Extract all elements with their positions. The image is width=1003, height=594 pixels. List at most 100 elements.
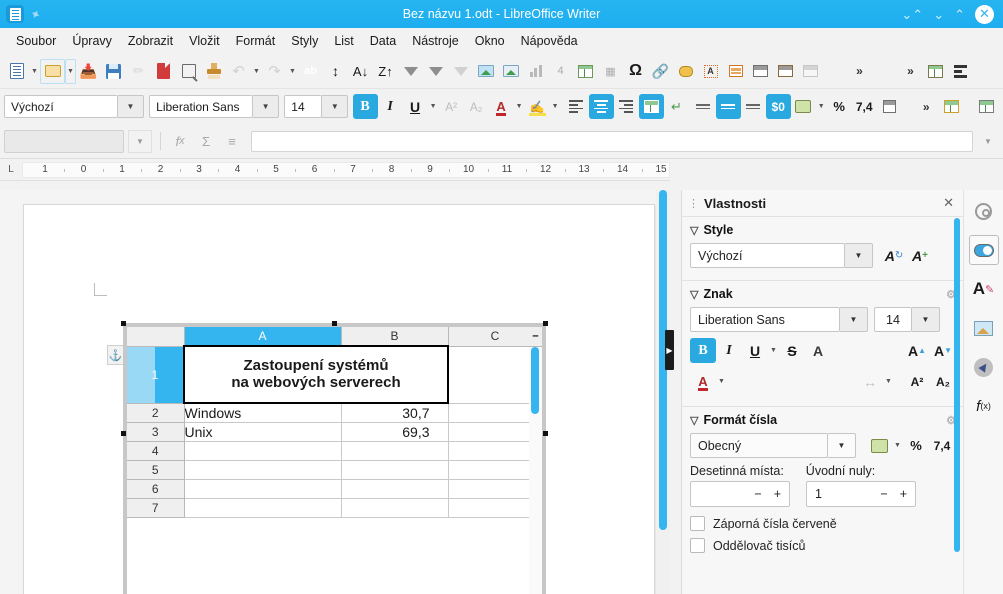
sidebar-scrollbar-thumb[interactable] (954, 218, 960, 552)
insert-text-box-icon[interactable]: A (698, 59, 723, 84)
insert-frame-icon[interactable] (498, 59, 523, 84)
expand-formula-bar-icon[interactable]: ▼ (977, 130, 999, 153)
sidebar-gallery-tab[interactable] (969, 313, 999, 343)
paragraph-style-input[interactable]: Výchozí (690, 243, 845, 268)
insert-footnote-icon[interactable] (773, 59, 798, 84)
cell-c2[interactable] (448, 403, 542, 423)
number-format-category-select[interactable]: Obecný (690, 433, 828, 458)
undo-icon[interactable]: ↶ (226, 59, 251, 84)
sidebar-font-color-dropdown-icon[interactable]: ▼ (716, 369, 727, 394)
menu-item-format[interactable]: Formát (228, 31, 284, 51)
row-header-4[interactable]: 4 (127, 441, 185, 461)
sidebar-strikethrough-button[interactable]: S (779, 338, 805, 363)
insert-fields-icon[interactable] (723, 59, 748, 84)
format-percent-button[interactable]: % (827, 94, 852, 119)
function-wizard-icon[interactable]: fx (169, 130, 191, 153)
sidebar-styles-tab[interactable]: A ✎ (969, 274, 999, 304)
sidebar-font-name-input[interactable]: Liberation Sans (690, 307, 840, 332)
sidebar-settings-icon[interactable] (948, 59, 973, 84)
overflow-more-2-icon[interactable]: » (898, 59, 923, 84)
negative-red-row[interactable]: Záporná čísla červeně (690, 516, 956, 531)
decimal-format-button[interactable]: 7,4 (929, 433, 955, 458)
menu-item-vlozit[interactable]: Vložit (181, 31, 228, 51)
ole-frame[interactable]: A B C 1 Zastoupení systémů na webových s… (123, 323, 546, 594)
percent-format-button[interactable]: % (903, 433, 929, 458)
chevron-up-icon[interactable]: ⌃ (954, 8, 965, 21)
currency-dropdown-icon[interactable]: ▼ (892, 433, 903, 458)
update-style-icon[interactable]: A ↻ (881, 243, 907, 268)
format-as-number-dropdown-icon[interactable]: ▼ (816, 94, 827, 119)
menu-item-upravy[interactable]: Úpravy (64, 31, 120, 51)
row-header-3[interactable]: 3 (127, 422, 185, 442)
leading-zeros-stepper[interactable]: 1 − + (806, 481, 916, 507)
merge-cells-button[interactable] (638, 94, 664, 119)
sidebar-properties-tab[interactable] (968, 235, 999, 265)
ruler-strip[interactable]: 1 0 1 2 3 4 5 6 7 8 9 10 11 12 13 14 15 (22, 161, 670, 178)
column-header-a[interactable]: A (184, 327, 342, 347)
export-directly-as-pdf-icon[interactable] (151, 59, 176, 84)
insert-special-character-icon[interactable]: Ω (623, 59, 648, 84)
table-row[interactable]: 4 (127, 441, 542, 461)
format-currency-button[interactable]: $0 (765, 94, 791, 119)
table-row[interactable]: 2 Windows 30,7 (127, 403, 542, 423)
font-name-dropdown-icon[interactable]: ▼ (253, 95, 280, 118)
wrap-text-button[interactable]: ↵ (664, 94, 689, 119)
font-size-dropdown-icon[interactable]: ▼ (322, 95, 349, 118)
redo-icon[interactable]: ↷ (262, 59, 287, 84)
sheet-scroll-up-icon[interactable]: ━ (530, 328, 541, 344)
tab-stop-marker[interactable]: L (0, 164, 22, 175)
find-and-replace-icon[interactable]: Bab (298, 59, 323, 84)
underline-button[interactable]: U (403, 94, 428, 119)
table-row[interactable]: 3 Unix 69,3 (127, 422, 542, 442)
table-row[interactable]: 7 (127, 498, 542, 518)
table-row[interactable]: 1 Zastoupení systémů na webových servere… (127, 345, 542, 404)
decimal-places-stepper[interactable]: − + (690, 481, 790, 507)
sidebar-bold-button[interactable]: B (690, 338, 716, 363)
sidebar-collapse-handle[interactable]: ▶ (665, 330, 674, 370)
align-right-button[interactable] (614, 94, 639, 119)
print-preview-icon[interactable] (176, 59, 201, 84)
name-box-dropdown-icon[interactable]: ▼ (128, 129, 152, 153)
sidebar-font-name-dropdown-icon[interactable]: ▼ (840, 307, 868, 332)
cell-a2[interactable]: Windows (184, 403, 342, 423)
cell-c1[interactable] (448, 346, 542, 404)
decimal-places-plus[interactable]: + (774, 487, 781, 501)
close-icon[interactable]: ✕ (943, 195, 958, 211)
borders-button[interactable] (939, 94, 964, 119)
paragraph-style-combo[interactable]: Výchozí (4, 95, 118, 118)
menu-item-okno[interactable]: Okno (467, 31, 513, 51)
track-changes-icon[interactable] (923, 59, 948, 84)
advanced-filter-icon[interactable] (448, 59, 473, 84)
pin-icon[interactable]: ✦ (27, 5, 43, 23)
cell-a7[interactable] (184, 498, 342, 518)
sheet-table[interactable]: A B C 1 Zastoupení systémů na webových s… (127, 327, 542, 518)
currency-icon[interactable] (866, 433, 892, 458)
cell-a6[interactable] (184, 479, 342, 499)
number-format-panel-title-row[interactable]: ▽ Formát čísla ⚙ (690, 413, 956, 427)
sidebar-italic-button[interactable]: I (716, 338, 742, 363)
horizontal-ruler[interactable]: L 1 0 1 2 3 4 5 6 7 8 9 10 11 12 13 14 15 (0, 159, 670, 181)
standard-filter-icon[interactable] (423, 59, 448, 84)
sheet-vertical-scrollbar[interactable] (529, 347, 542, 594)
menu-item-soubor[interactable]: Soubor (8, 31, 64, 51)
save-document-icon[interactable] (101, 59, 126, 84)
sidebar-settings-tab[interactable] (969, 196, 999, 226)
subscript-button[interactable]: A₂ (464, 94, 489, 119)
name-box-input[interactable] (4, 129, 124, 153)
menu-item-data[interactable]: Data (362, 31, 404, 51)
row-header-6[interactable]: 6 (127, 479, 185, 499)
cell-b2[interactable]: 30,7 (341, 403, 449, 423)
leading-zeros-minus[interactable]: − (880, 487, 887, 501)
insert-chart-icon[interactable] (523, 59, 548, 84)
cell-c4[interactable] (448, 441, 542, 461)
anchor-icon[interactable]: ⚓ (107, 345, 124, 365)
cell-a3[interactable]: Unix (184, 422, 342, 442)
superscript-button[interactable]: A² (439, 94, 464, 119)
font-color-button[interactable]: A (489, 94, 514, 119)
insert-image-icon[interactable] (473, 59, 498, 84)
spreadsheet-grid[interactable]: A B C 1 Zastoupení systémů na webových s… (127, 327, 542, 594)
cell-c3[interactable] (448, 422, 542, 442)
cell-c5[interactable] (448, 460, 542, 480)
cell-b6[interactable] (341, 479, 449, 499)
menu-item-napoveda[interactable]: Nápověda (513, 31, 586, 51)
